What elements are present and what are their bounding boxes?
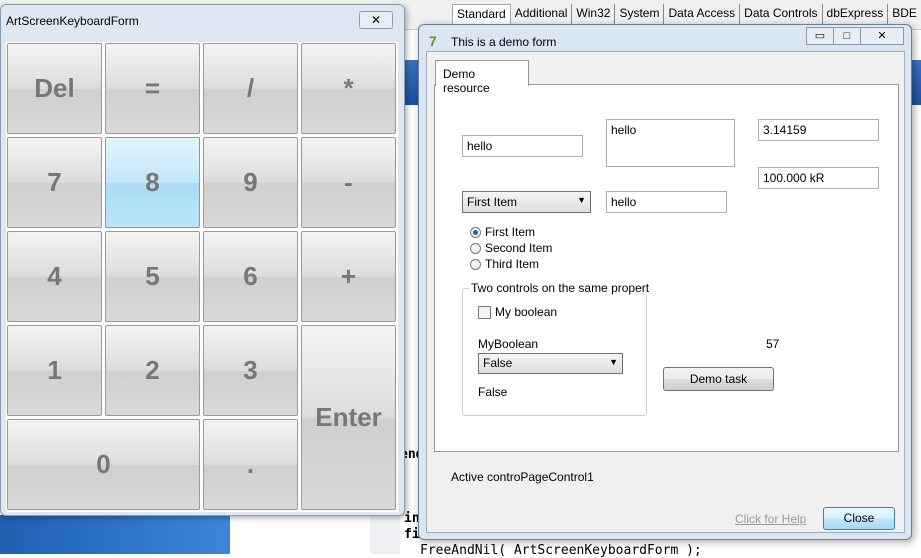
radio-label: Third Item	[485, 257, 540, 271]
radio-icon	[470, 258, 481, 270]
checkbox-icon	[478, 305, 491, 319]
palette-tab[interactable]: Additional	[511, 4, 573, 24]
checkbox-label: My boolean	[495, 305, 558, 319]
close-button[interactable]: Close	[823, 507, 895, 530]
key-5[interactable]: 5	[105, 231, 200, 322]
boolean-combo[interactable]: False ▼	[478, 353, 623, 374]
memo[interactable]: hello	[606, 119, 735, 167]
key-2[interactable]: 2	[105, 325, 200, 416]
chevron-down-icon: ▼	[609, 357, 618, 367]
radio-label: First Item	[485, 225, 535, 239]
key-0[interactable]: 0	[7, 419, 200, 510]
group-caption: Two controls on the same propert	[469, 281, 649, 295]
combo-value: First Item	[467, 195, 517, 209]
radio-label: Second Item	[485, 241, 553, 255]
close-icon[interactable]: ✕	[860, 27, 904, 45]
status-label: Active controPageControl1	[451, 470, 594, 484]
desktop-background	[0, 515, 230, 554]
palette-tab[interactable]: BDE	[888, 4, 921, 24]
key-8[interactable]: 8	[105, 137, 200, 228]
radio-second-item[interactable]: Second Item	[470, 241, 552, 255]
palette-tab[interactable]: Data Access	[664, 4, 741, 24]
code-line: FreeAndNil( ArtScreenKeyboardForm );	[420, 543, 702, 558]
number-label: 57	[766, 337, 780, 351]
demo-task-button[interactable]: Demo task	[663, 367, 774, 391]
key-equals[interactable]: =	[105, 43, 200, 134]
radio-third-item[interactable]: Third Item	[470, 257, 539, 271]
app-icon: 7	[429, 33, 437, 49]
key-9[interactable]: 9	[203, 137, 298, 228]
hello-edit-2[interactable]: hello	[606, 191, 727, 213]
key-dot[interactable]: .	[203, 419, 298, 510]
palette-tab[interactable]: Standard	[452, 4, 511, 24]
myboolean-label: MyBoolean	[478, 337, 539, 351]
key-multiply[interactable]: *	[301, 43, 396, 134]
tab-demo-resource[interactable]: Demo resource	[435, 60, 529, 95]
window-title: This is a demo form	[451, 35, 557, 49]
radio-first-item[interactable]: First Item	[470, 225, 535, 239]
combo-value: False	[483, 356, 513, 370]
boolean-value-label: False	[478, 385, 508, 399]
key-minus[interactable]: -	[301, 137, 396, 228]
keyboard-window: ArtScreenKeyboardForm ✕ Del = / * 7 8 9 …	[0, 4, 405, 516]
window-title: ArtScreenKeyboardForm	[6, 14, 139, 28]
close-icon[interactable]: ✕	[359, 11, 393, 29]
key-enter[interactable]: Enter	[301, 325, 396, 510]
key-del[interactable]: Del	[7, 43, 102, 134]
my-boolean-checkbox[interactable]: My boolean	[478, 305, 557, 319]
key-7[interactable]: 7	[7, 137, 102, 228]
radio-icon	[470, 242, 481, 254]
key-6[interactable]: 6	[203, 231, 298, 322]
palette-tab[interactable]: Data Controls	[740, 4, 823, 24]
help-link[interactable]: Click for Help	[735, 512, 806, 526]
keypad: Del = / * 7 8 9 - 4 5 6 + 1 2 3 Enter 0 …	[6, 42, 398, 512]
key-plus[interactable]: +	[301, 231, 396, 322]
radio-icon	[470, 226, 481, 238]
key-1[interactable]: 1	[7, 325, 102, 416]
palette-tab[interactable]: System	[615, 4, 665, 24]
palette-tab[interactable]: Win32	[572, 4, 616, 24]
float-edit[interactable]: 3.14159	[758, 119, 879, 141]
hello-edit[interactable]: hello	[462, 135, 583, 157]
demo-window: 7 This is a demo form ▭ □ ✕ Demo resourc…	[418, 24, 912, 540]
maximize-icon[interactable]: □	[833, 27, 861, 45]
tab-page: hello hello 3.14159 100.000 kR First Ite…	[434, 84, 899, 452]
palette-tab[interactable]: dbExpress	[823, 4, 889, 24]
key-3[interactable]: 3	[203, 325, 298, 416]
key-divide[interactable]: /	[203, 43, 298, 134]
minimize-icon[interactable]: ▭	[806, 27, 834, 45]
currency-edit[interactable]: 100.000 kR	[758, 167, 879, 189]
key-4[interactable]: 4	[7, 231, 102, 322]
item-combo[interactable]: First Item ▼	[462, 191, 591, 213]
chevron-down-icon: ▼	[577, 195, 586, 205]
component-palette-tabs: Standard Additional Win32 System Data Ac…	[452, 4, 921, 24]
